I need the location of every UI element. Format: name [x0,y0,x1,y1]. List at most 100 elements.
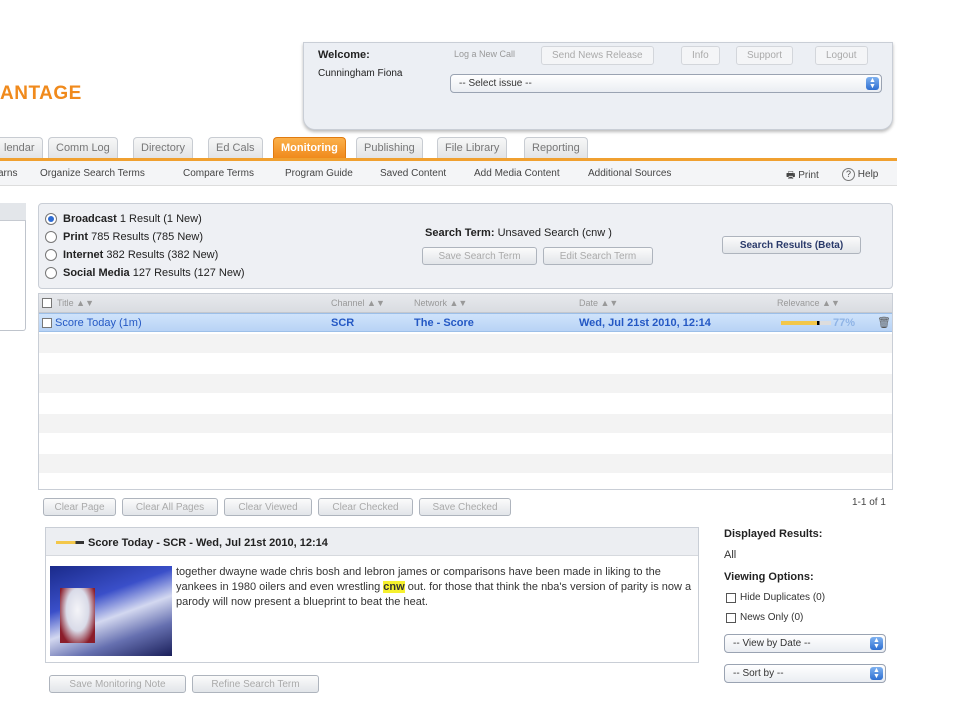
player-figure [60,588,95,643]
row-checkbox[interactable] [42,318,52,328]
tab-comm-log[interactable]: Comm Log [48,137,118,158]
results-count: 1-1 of 1 [852,497,886,508]
tab-directory[interactable]: Directory [133,137,194,158]
empty-row [39,454,892,473]
row-date: Wed, Jul 21st 2010, 12:14 [579,317,711,329]
displayed-results-value: All [724,549,737,561]
main-tabs: lendar Comm Log Directory Ed Cals Monito… [0,137,620,158]
hide-duplicates-checkbox[interactable] [726,593,736,603]
highlighted-term: cnw [383,581,405,593]
news-only-label: News Only (0) [740,612,804,623]
relevance-bar [781,321,831,325]
relevance-icon [56,541,84,544]
col-network[interactable]: Network ▲▼ [414,298,467,308]
send-news-release-button[interactable]: Send News Release [541,46,654,65]
support-button[interactable]: Support [736,46,794,65]
grid-header: Title ▲▼ Channel ▲▼ Network ▲▼ Date ▲▼ R… [39,294,892,313]
help-link[interactable]: ? Help [842,168,878,181]
sort-by-select[interactable]: -- Sort by -- ▲ ▼ [724,664,886,683]
row-relevance: 77% [833,317,856,329]
tab-ed-cals[interactable]: Ed Cals [208,137,263,158]
help-label: Help [857,169,879,180]
left-panel-header [0,203,26,221]
filter-print-label: Print 785 Results (785 New) [63,231,204,243]
filter-internet-label: Internet 382 Results (382 New) [63,249,219,261]
clear-viewed-button[interactable]: Clear Viewed [224,498,312,516]
preview-title: Score Today - SCR - Wed, Jul 21st 2010, … [88,537,328,549]
preview-header: Score Today - SCR - Wed, Jul 21st 2010, … [46,528,698,556]
info-button[interactable]: Info [681,46,720,65]
select-arrows-icon: ▲ ▼ [870,637,883,650]
tab-publishing[interactable]: Publishing [356,137,423,158]
results-grid: Title ▲▼ Channel ▲▼ Network ▲▼ Date ▲▼ R… [38,293,893,490]
view-by-select[interactable]: -- View by Date -- ▲ ▼ [724,634,886,653]
sort-by-value: -- Sort by -- [733,668,784,679]
save-checked-button[interactable]: Save Checked [419,498,511,516]
logout-button[interactable]: Logout [815,46,868,65]
search-term-display: Search Term: Unsaved Search (cnw ) [425,227,612,239]
viewing-options-label: Viewing Options: [724,571,814,583]
view-by-value: -- View by Date -- [733,638,811,649]
row-title[interactable]: Score Today (1m) [55,317,142,329]
col-channel[interactable]: Channel ▲▼ [331,298,385,308]
radio-print[interactable] [45,231,57,243]
col-date[interactable]: Date ▲▼ [579,298,618,308]
subnav-organize-search-terms[interactable]: Organize Search Terms [40,168,145,179]
welcome-label: Welcome: [318,49,370,61]
tab-reporting[interactable]: Reporting [524,137,588,158]
clear-page-button[interactable]: Clear Page [43,498,116,516]
select-arrows-icon: ▲ ▼ [866,77,879,90]
col-title[interactable]: Title ▲▼ [57,298,94,308]
edit-search-term-button[interactable]: Edit Search Term [543,247,653,265]
transcript-text: together dwayne wade chris bosh and lebr… [176,566,692,608]
row-network: The - Score [414,317,474,329]
sub-navigation: arns Organize Search Terms Compare Terms… [0,158,897,186]
empty-row [39,414,892,433]
subnav-compare-terms[interactable]: Compare Terms [183,168,254,179]
preview-panel: Score Today - SCR - Wed, Jul 21st 2010, … [45,527,699,663]
radio-internet[interactable] [45,249,57,261]
table-row[interactable]: Score Today (1m) SCR The - Score Wed, Ju… [39,313,892,332]
select-all-checkbox[interactable] [42,298,52,308]
issue-select-value: -- Select issue -- [459,78,532,89]
save-monitoring-note-button[interactable]: Save Monitoring Note [49,675,186,693]
help-icon: ? [842,168,855,181]
refine-search-term-button[interactable]: Refine Search Term [192,675,319,693]
issue-select[interactable]: -- Select issue -- ▲ ▼ [450,74,882,93]
printer-icon: 🖶 [786,170,796,181]
tab-monitoring[interactable]: Monitoring [273,137,346,158]
empty-row [39,374,892,393]
tab-calendar[interactable]: lendar [0,137,43,158]
subnav-additional-sources[interactable]: Additional Sources [588,168,671,179]
media-filter-panel: Broadcast 1 Result (1 New) Print 785 Res… [38,203,893,289]
hide-duplicates-label: Hide Duplicates (0) [740,592,826,603]
filter-social-media-label: Social Media 127 Results (127 New) [63,267,245,279]
log-call-link[interactable]: Log a New Call [454,49,515,59]
left-panel [0,203,26,331]
user-name: Cunningham Fiona [318,68,403,79]
trash-icon[interactable]: 🗑 [877,316,891,329]
subnav-add-media-content[interactable]: Add Media Content [474,168,560,179]
col-relevance[interactable]: Relevance ▲▼ [777,298,840,308]
empty-row [39,334,892,353]
row-channel: SCR [331,317,355,329]
clear-checked-button[interactable]: Clear Checked [318,498,413,516]
brand-logo: ANTAGE [0,83,82,104]
search-results-beta-button[interactable]: Search Results (Beta) [722,236,861,254]
subnav-program-guide[interactable]: Program Guide [285,168,353,179]
print-label: Print [798,170,819,181]
tab-file-library[interactable]: File Library [437,137,508,158]
filter-broadcast-label: Broadcast 1 Result (1 New) [63,213,202,225]
welcome-panel: Welcome: Cunningham Fiona Log a New Call… [303,42,893,130]
displayed-results-label: Displayed Results: [724,528,823,540]
radio-broadcast[interactable] [45,213,57,225]
news-only-checkbox[interactable] [726,613,736,623]
subnav-search-terms[interactable]: arns [0,168,17,179]
subnav-saved-content[interactable]: Saved Content [380,168,446,179]
radio-social-media[interactable] [45,267,57,279]
print-link[interactable]: 🖶 Print [786,168,819,185]
save-search-term-button[interactable]: Save Search Term [422,247,537,265]
select-arrows-icon: ▲ ▼ [870,667,883,680]
clear-all-pages-button[interactable]: Clear All Pages [122,498,218,516]
video-thumbnail[interactable] [50,566,172,656]
